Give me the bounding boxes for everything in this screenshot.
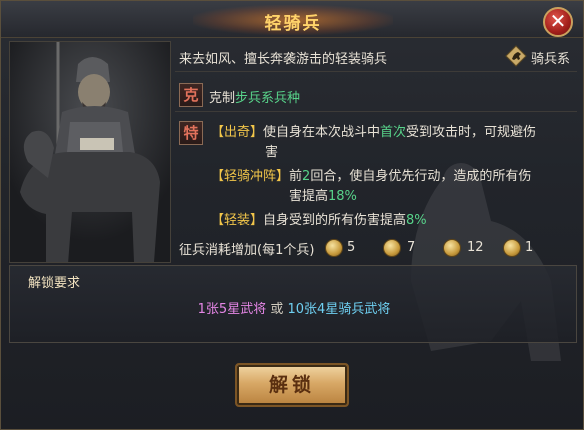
cost-label-note: (每1个兵) xyxy=(257,243,315,258)
requirement-option-1: 1张5星武将 xyxy=(197,302,267,317)
unit-portrait xyxy=(9,41,171,263)
description-row: 来去如风、擅长奔袭游击的轻装骑兵 骑兵系 xyxy=(175,41,577,72)
cost-copper-value: 1 xyxy=(525,240,534,255)
trait-badge: 特 xyxy=(179,121,203,145)
trait-1-text-b: 受到攻击时，可规避伤 xyxy=(406,125,537,140)
counter-row: 克 克制 步兵系兵种 xyxy=(175,81,577,112)
unit-type-label: 骑兵系 xyxy=(531,52,571,67)
wood-icon xyxy=(383,239,401,257)
cost-food-value: 5 xyxy=(347,240,356,255)
requirement-option-2: 10张4星骑兵武将 xyxy=(287,302,391,317)
trait-3-highlight: 8% xyxy=(406,213,427,228)
unlock-requirements-box: 解锁要求 1张5星武将 或 10张4星骑兵武将 xyxy=(9,265,577,343)
trait-2-name: 【轻骑冲阵】 xyxy=(211,169,290,184)
traits-section: 特 【出奇】使自身在本次战斗中首次受到攻击时，可规避伤 害 【轻骑冲阵】前2回合… xyxy=(175,119,577,228)
counter-target: 步兵系兵种 xyxy=(235,91,301,106)
cost-iron-value: 12 xyxy=(467,240,484,255)
trait-3-line-1: 【轻装】自身受到的所有伤害提高8% xyxy=(211,209,427,228)
cost-wood-value: 7 xyxy=(407,240,416,255)
trait-1-text-c: 害 xyxy=(265,145,279,160)
requirement-connector: 或 xyxy=(270,302,284,317)
trait-1-name: 【出奇】 xyxy=(211,125,264,140)
trait-3-name: 【轻装】 xyxy=(211,213,264,228)
cavalry-type-icon xyxy=(505,45,527,67)
cost-label-text: 征兵消耗增加 xyxy=(179,243,258,258)
trait-1-line-1: 【出奇】使自身在本次战斗中首次受到攻击时，可规避伤 xyxy=(211,121,536,140)
unit-description: 来去如风、擅长奔袭游击的轻装骑兵 xyxy=(179,52,388,67)
counter-badge: 克 xyxy=(179,83,203,107)
trait-2-text-c: 害提高 xyxy=(289,189,329,204)
recruit-cost-row: 征兵消耗增加(每1个兵) 5 7 12 1 xyxy=(175,235,577,261)
unlock-requirements-line: 1张5星武将 或 10张4星骑兵武将 xyxy=(10,298,578,317)
food-icon xyxy=(325,239,343,257)
trait-3-text-a: 自身受到的所有伤害提高 xyxy=(263,213,407,228)
unit-info-panel: 来去如风、擅长奔袭游击的轻装骑兵 骑兵系 克 克制 步兵系兵种 特 【出奇】使自… xyxy=(175,41,577,263)
trait-1-text-a: 使自身在本次战斗中 xyxy=(263,125,381,140)
unlock-requirements-title: 解锁要求 xyxy=(28,276,81,291)
iron-icon xyxy=(443,239,461,257)
counter-prefix: 克制 xyxy=(209,91,236,106)
dialog-title: 轻骑兵 xyxy=(264,14,322,34)
unit-detail-dialog: 轻骑兵 ✕ 来去如风、擅长奔袭游击的轻装骑兵 骑兵系 克 克制 步兵系兵种 特 … xyxy=(0,0,584,430)
trait-2-line-1: 【轻骑冲阵】前2回合，使自身优先行动，造成的所有伤 xyxy=(211,165,531,184)
title-bar: 轻骑兵 ✕ xyxy=(1,1,583,38)
close-button[interactable]: ✕ xyxy=(543,7,573,37)
trait-2-text-a: 前 xyxy=(289,169,303,184)
trait-2-text-b: 回合，使自身优先行动，造成的所有伤 xyxy=(310,169,532,184)
unlock-button[interactable]: 解锁 xyxy=(235,363,349,407)
copper-coin-icon xyxy=(503,239,521,257)
trait-2-line-2: 害提高18% xyxy=(289,185,357,204)
cavalry-rider-portrait-image xyxy=(10,42,170,262)
cost-label: 征兵消耗增加(每1个兵) xyxy=(179,239,314,258)
trait-2-highlight-percent: 18% xyxy=(328,189,357,204)
trait-1-highlight: 首次 xyxy=(380,125,407,140)
